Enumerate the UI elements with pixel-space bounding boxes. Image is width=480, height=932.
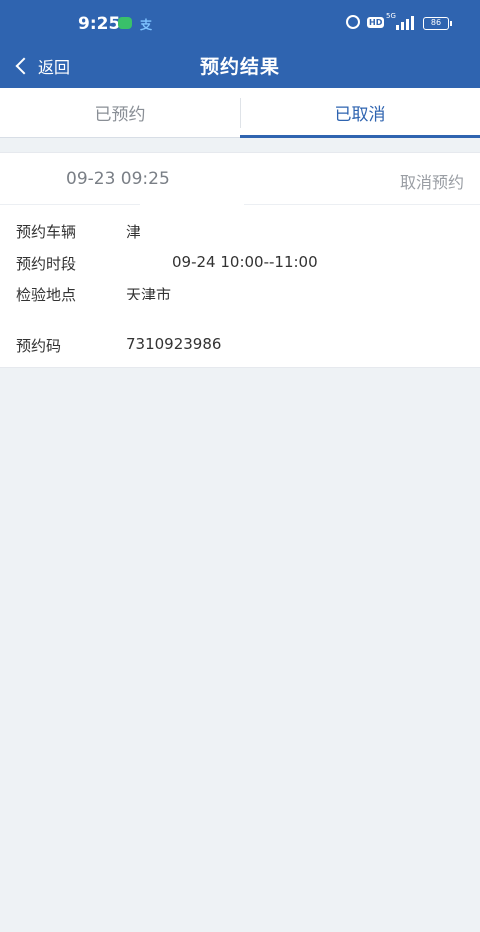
tab-cancelled[interactable]: 已取消 (240, 88, 480, 138)
code-label: 预约码 (16, 337, 62, 355)
app-header: 9:25 支 HD 5G 86 返回 预约结果 (0, 0, 480, 88)
navigation-bar: 返回 预约结果 (0, 44, 480, 88)
location-label: 检验地点 (16, 286, 77, 304)
period-value: 09-24 10:00--11:00 (172, 253, 318, 271)
tab-divider (240, 98, 241, 128)
wechat-icon (118, 17, 132, 29)
alipay-icon: 支 (140, 18, 153, 32)
network-type: 5G (386, 12, 396, 20)
clock: 9:25 (78, 14, 121, 34)
period-label: 预约时段 (16, 255, 77, 273)
redaction-mask (120, 300, 244, 332)
redaction-mask (140, 188, 244, 246)
signal-icon (396, 16, 416, 30)
appointment-date: 09-23 09:25 (66, 169, 170, 189)
vehicle-label: 预约车辆 (16, 223, 77, 241)
tab-booked[interactable]: 已预约 (0, 88, 240, 137)
code-value: 7310923986 (126, 335, 222, 353)
cancel-appointment-button[interactable]: 取消预约 (400, 169, 464, 193)
appointment-card: 09-23 09:25 取消预约 预约车辆 津 预约时段 09-24 10:00… (0, 152, 480, 368)
vehicle-value: 津 (126, 223, 142, 241)
status-bar: 9:25 支 HD 5G 86 (0, 0, 480, 44)
battery-icon: 86 (423, 17, 452, 30)
page-title: 预约结果 (199, 56, 280, 78)
hd-icon: HD (367, 17, 385, 28)
alarm-icon (346, 15, 360, 29)
